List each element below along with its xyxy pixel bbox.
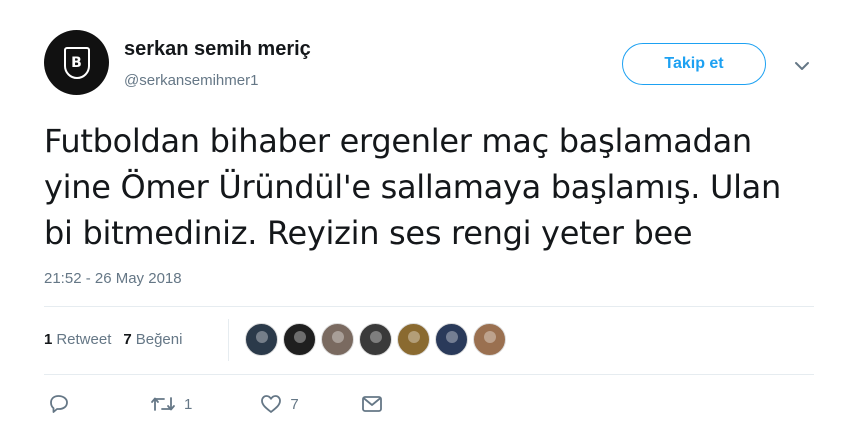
follow-button[interactable]: Takip et bbox=[622, 43, 766, 85]
liker-avatar[interactable] bbox=[397, 323, 430, 356]
author-avatar[interactable]: B bbox=[44, 30, 109, 95]
envelope-icon bbox=[361, 396, 382, 412]
liker-avatar[interactable] bbox=[359, 323, 392, 356]
retweet-icon bbox=[151, 397, 175, 411]
divider bbox=[44, 306, 814, 307]
like-count: 7 bbox=[290, 395, 299, 413]
stats-separator bbox=[228, 319, 229, 361]
liker-avatar[interactable] bbox=[321, 323, 354, 356]
engagement-stats: 1 Retweet 7 Beğeni bbox=[44, 331, 194, 348]
retweet-count: 1 bbox=[184, 395, 193, 413]
likes-count: 7 bbox=[123, 331, 132, 348]
tweet-text: Futboldan bihaber ergenler maç başlamada… bbox=[44, 118, 824, 256]
divider bbox=[44, 374, 814, 375]
author-handle[interactable]: @serkansemihmer1 bbox=[124, 72, 258, 89]
tweet-line: Futboldan bihaber ergenler maç başlamada… bbox=[44, 122, 752, 160]
retweets-stat[interactable]: 1 Retweet bbox=[44, 331, 111, 348]
tweet-line: bi bitmediniz. Reyizin ses rengi yeter b… bbox=[44, 214, 693, 252]
retweets-count: 1 bbox=[44, 331, 53, 348]
reply-icon bbox=[50, 395, 68, 413]
message-button[interactable] bbox=[361, 395, 383, 413]
liker-avatar[interactable] bbox=[245, 323, 278, 356]
reply-button[interactable] bbox=[48, 394, 70, 414]
likes-stat[interactable]: 7 Beğeni bbox=[123, 331, 182, 348]
liker-avatar[interactable] bbox=[473, 323, 506, 356]
likers-avatars bbox=[245, 323, 511, 356]
retweets-label: Retweet bbox=[56, 331, 112, 348]
liker-avatar[interactable] bbox=[283, 323, 316, 356]
tweet-timestamp[interactable]: 21:52 - 26 May 2018 bbox=[44, 270, 182, 287]
tweet-line: yine Ömer Üründül'e sallamaya başlamış. … bbox=[44, 168, 781, 206]
retweet-button[interactable]: 1 bbox=[150, 394, 192, 414]
tweet-actions: 1 7 bbox=[48, 394, 383, 414]
liker-avatar[interactable] bbox=[435, 323, 468, 356]
author-name[interactable]: serkan semih meriç bbox=[124, 38, 311, 61]
likes-label: Beğeni bbox=[135, 331, 183, 348]
team-crest-icon: B bbox=[63, 46, 90, 79]
like-button[interactable]: 7 bbox=[260, 394, 299, 414]
heart-icon bbox=[261, 395, 282, 413]
chevron-down-icon[interactable] bbox=[792, 56, 812, 76]
